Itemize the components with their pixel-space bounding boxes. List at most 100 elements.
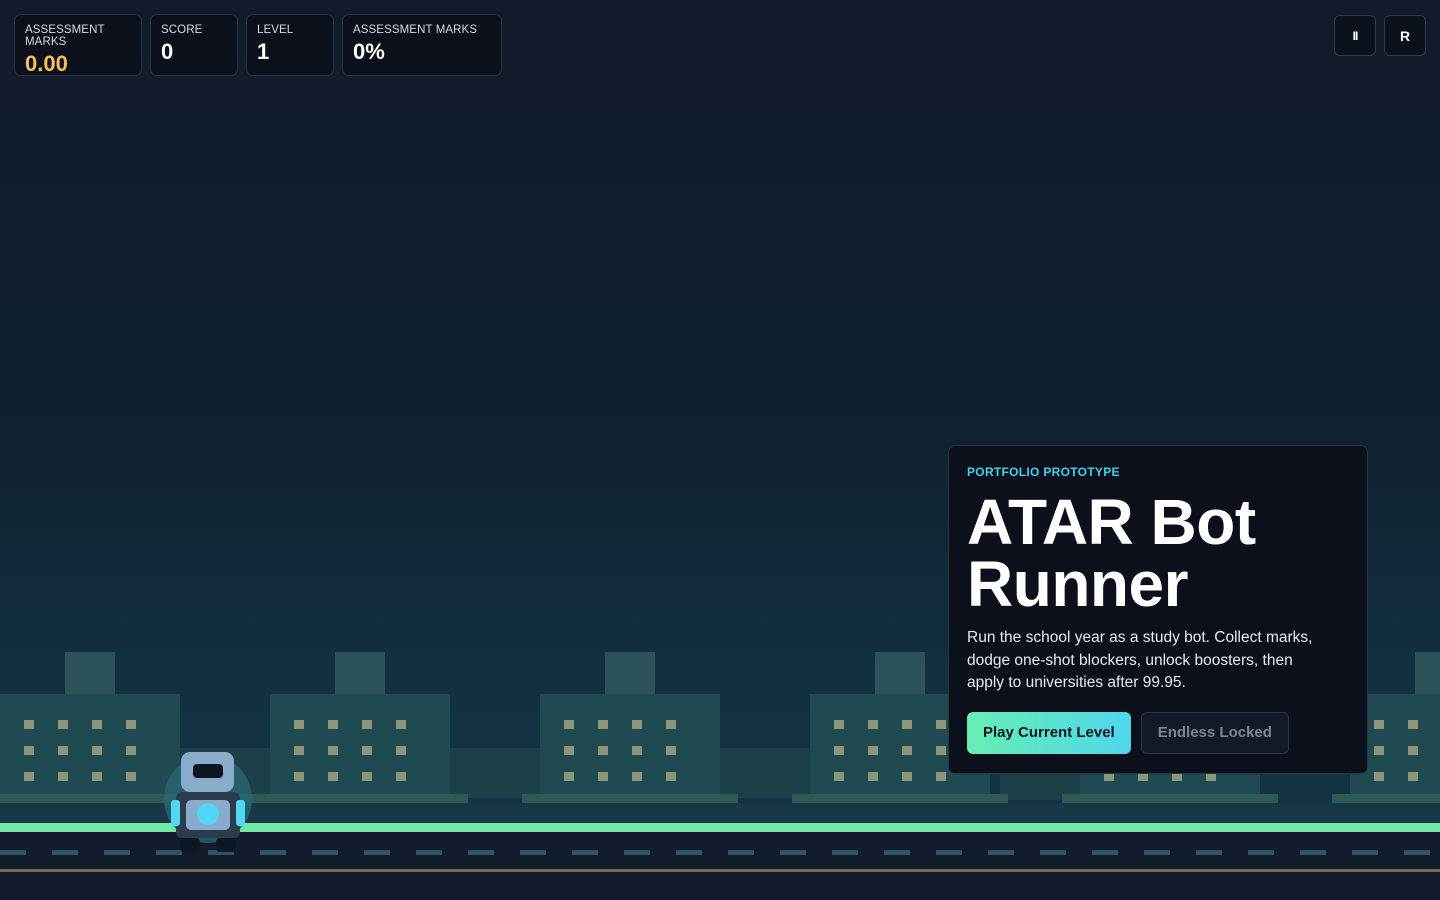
building-tower — [65, 652, 115, 696]
building-window — [294, 720, 304, 729]
lane-dash — [936, 850, 962, 855]
building-window — [362, 720, 372, 729]
lane-dash — [520, 850, 546, 855]
building-window — [868, 746, 878, 755]
building-window — [58, 772, 68, 781]
building-window — [328, 746, 338, 755]
building-window — [632, 772, 642, 781]
road-edge-line — [0, 869, 1440, 872]
lane-dash — [1300, 850, 1326, 855]
title-line-1: ATAR Bot — [967, 486, 1256, 558]
lane-dash — [468, 850, 494, 855]
building-window — [24, 772, 34, 781]
building-window — [902, 720, 912, 729]
building-window — [902, 772, 912, 781]
stat-label: ASSESSMENT MARKS — [353, 24, 478, 36]
building-window — [1374, 746, 1384, 755]
building-tower — [875, 652, 925, 696]
building-window — [24, 746, 34, 755]
building-window — [396, 746, 406, 755]
building-window — [1374, 772, 1384, 781]
lane-dash — [728, 850, 754, 855]
start-panel: PORTFOLIO PROTOTYPE ATAR Bot Runner Run … — [948, 445, 1368, 774]
stat-label: LEVEL — [257, 24, 294, 36]
lane-dash — [624, 850, 650, 855]
building-window — [666, 720, 676, 729]
stat-value: 1 — [257, 39, 270, 64]
building-window — [834, 772, 844, 781]
stat-value: 0% — [353, 39, 385, 64]
building — [540, 652, 720, 794]
building-window — [396, 720, 406, 729]
lane-dash — [1040, 850, 1066, 855]
stat-score: SCORE 0 — [150, 14, 238, 76]
building-window — [936, 772, 946, 781]
lane-dash — [52, 850, 78, 855]
building-window — [564, 720, 574, 729]
lane-dash — [1144, 850, 1170, 855]
building — [270, 652, 450, 794]
building-tower — [335, 652, 385, 696]
lane-dash — [0, 850, 26, 855]
game-title: ATAR Bot Runner — [967, 486, 1349, 620]
stat-assessment-marks: ASSESSMENT MARKS 0.00 — [14, 14, 142, 76]
building-window — [126, 720, 136, 729]
building-tower — [605, 652, 655, 696]
game-description: Run the school year as a study bot. Coll… — [967, 629, 1313, 691]
building-window — [92, 720, 102, 729]
building-window — [24, 720, 34, 729]
title-line-2: Runner — [967, 548, 1189, 620]
building-window — [936, 746, 946, 755]
lane-dash — [416, 850, 442, 855]
endless-locked-button[interactable]: Endless Locked — [1140, 711, 1289, 754]
building-window — [126, 746, 136, 755]
building-window — [328, 772, 338, 781]
building-window — [834, 746, 844, 755]
lane-dash — [988, 850, 1014, 855]
restart-button[interactable]: R — [1384, 15, 1426, 56]
building-window — [1374, 720, 1384, 729]
lane-dash — [1404, 850, 1430, 855]
lane-dash — [832, 850, 858, 855]
building-window — [126, 772, 136, 781]
pause-icon: II — [1352, 28, 1359, 43]
building-tower — [1415, 652, 1440, 696]
stat-label: ASSESSMENT MARKS — [25, 24, 105, 48]
building-window — [666, 772, 676, 781]
lane-dash — [780, 850, 806, 855]
building-window — [1408, 772, 1418, 781]
stat-label: SCORE — [161, 24, 203, 36]
lane-dash — [1196, 850, 1222, 855]
lane-dash — [364, 850, 390, 855]
stat-level: LEVEL 1 — [246, 14, 334, 76]
stat-assessment-percent: ASSESSMENT MARKS 0% — [342, 14, 502, 76]
building-window — [564, 772, 574, 781]
building-window — [632, 746, 642, 755]
building-window — [362, 746, 372, 755]
building-window — [834, 720, 844, 729]
lane-dash — [676, 850, 702, 855]
building-window — [294, 746, 304, 755]
building-window — [92, 772, 102, 781]
building-window — [666, 746, 676, 755]
building-window — [1408, 720, 1418, 729]
lane-dash — [104, 850, 130, 855]
building-window — [1408, 746, 1418, 755]
building-window — [598, 746, 608, 755]
panel-actions: Play Current Level Endless Locked — [967, 711, 1349, 754]
hud-stats: ASSESSMENT MARKS 0.00 SCORE 0 LEVEL 1 AS… — [14, 14, 502, 76]
building-window — [58, 720, 68, 729]
lane-dash — [312, 850, 338, 855]
building — [0, 652, 180, 794]
building-window — [936, 720, 946, 729]
restart-icon: R — [1399, 27, 1411, 44]
building-window — [564, 746, 574, 755]
play-current-level-button[interactable]: Play Current Level — [967, 711, 1131, 754]
building-window — [868, 772, 878, 781]
game-controls: II R — [1334, 15, 1426, 56]
stat-value: 0 — [161, 39, 174, 64]
building-window — [598, 772, 608, 781]
building-window — [868, 720, 878, 729]
pause-button[interactable]: II — [1334, 15, 1376, 56]
lane-dash — [260, 850, 286, 855]
